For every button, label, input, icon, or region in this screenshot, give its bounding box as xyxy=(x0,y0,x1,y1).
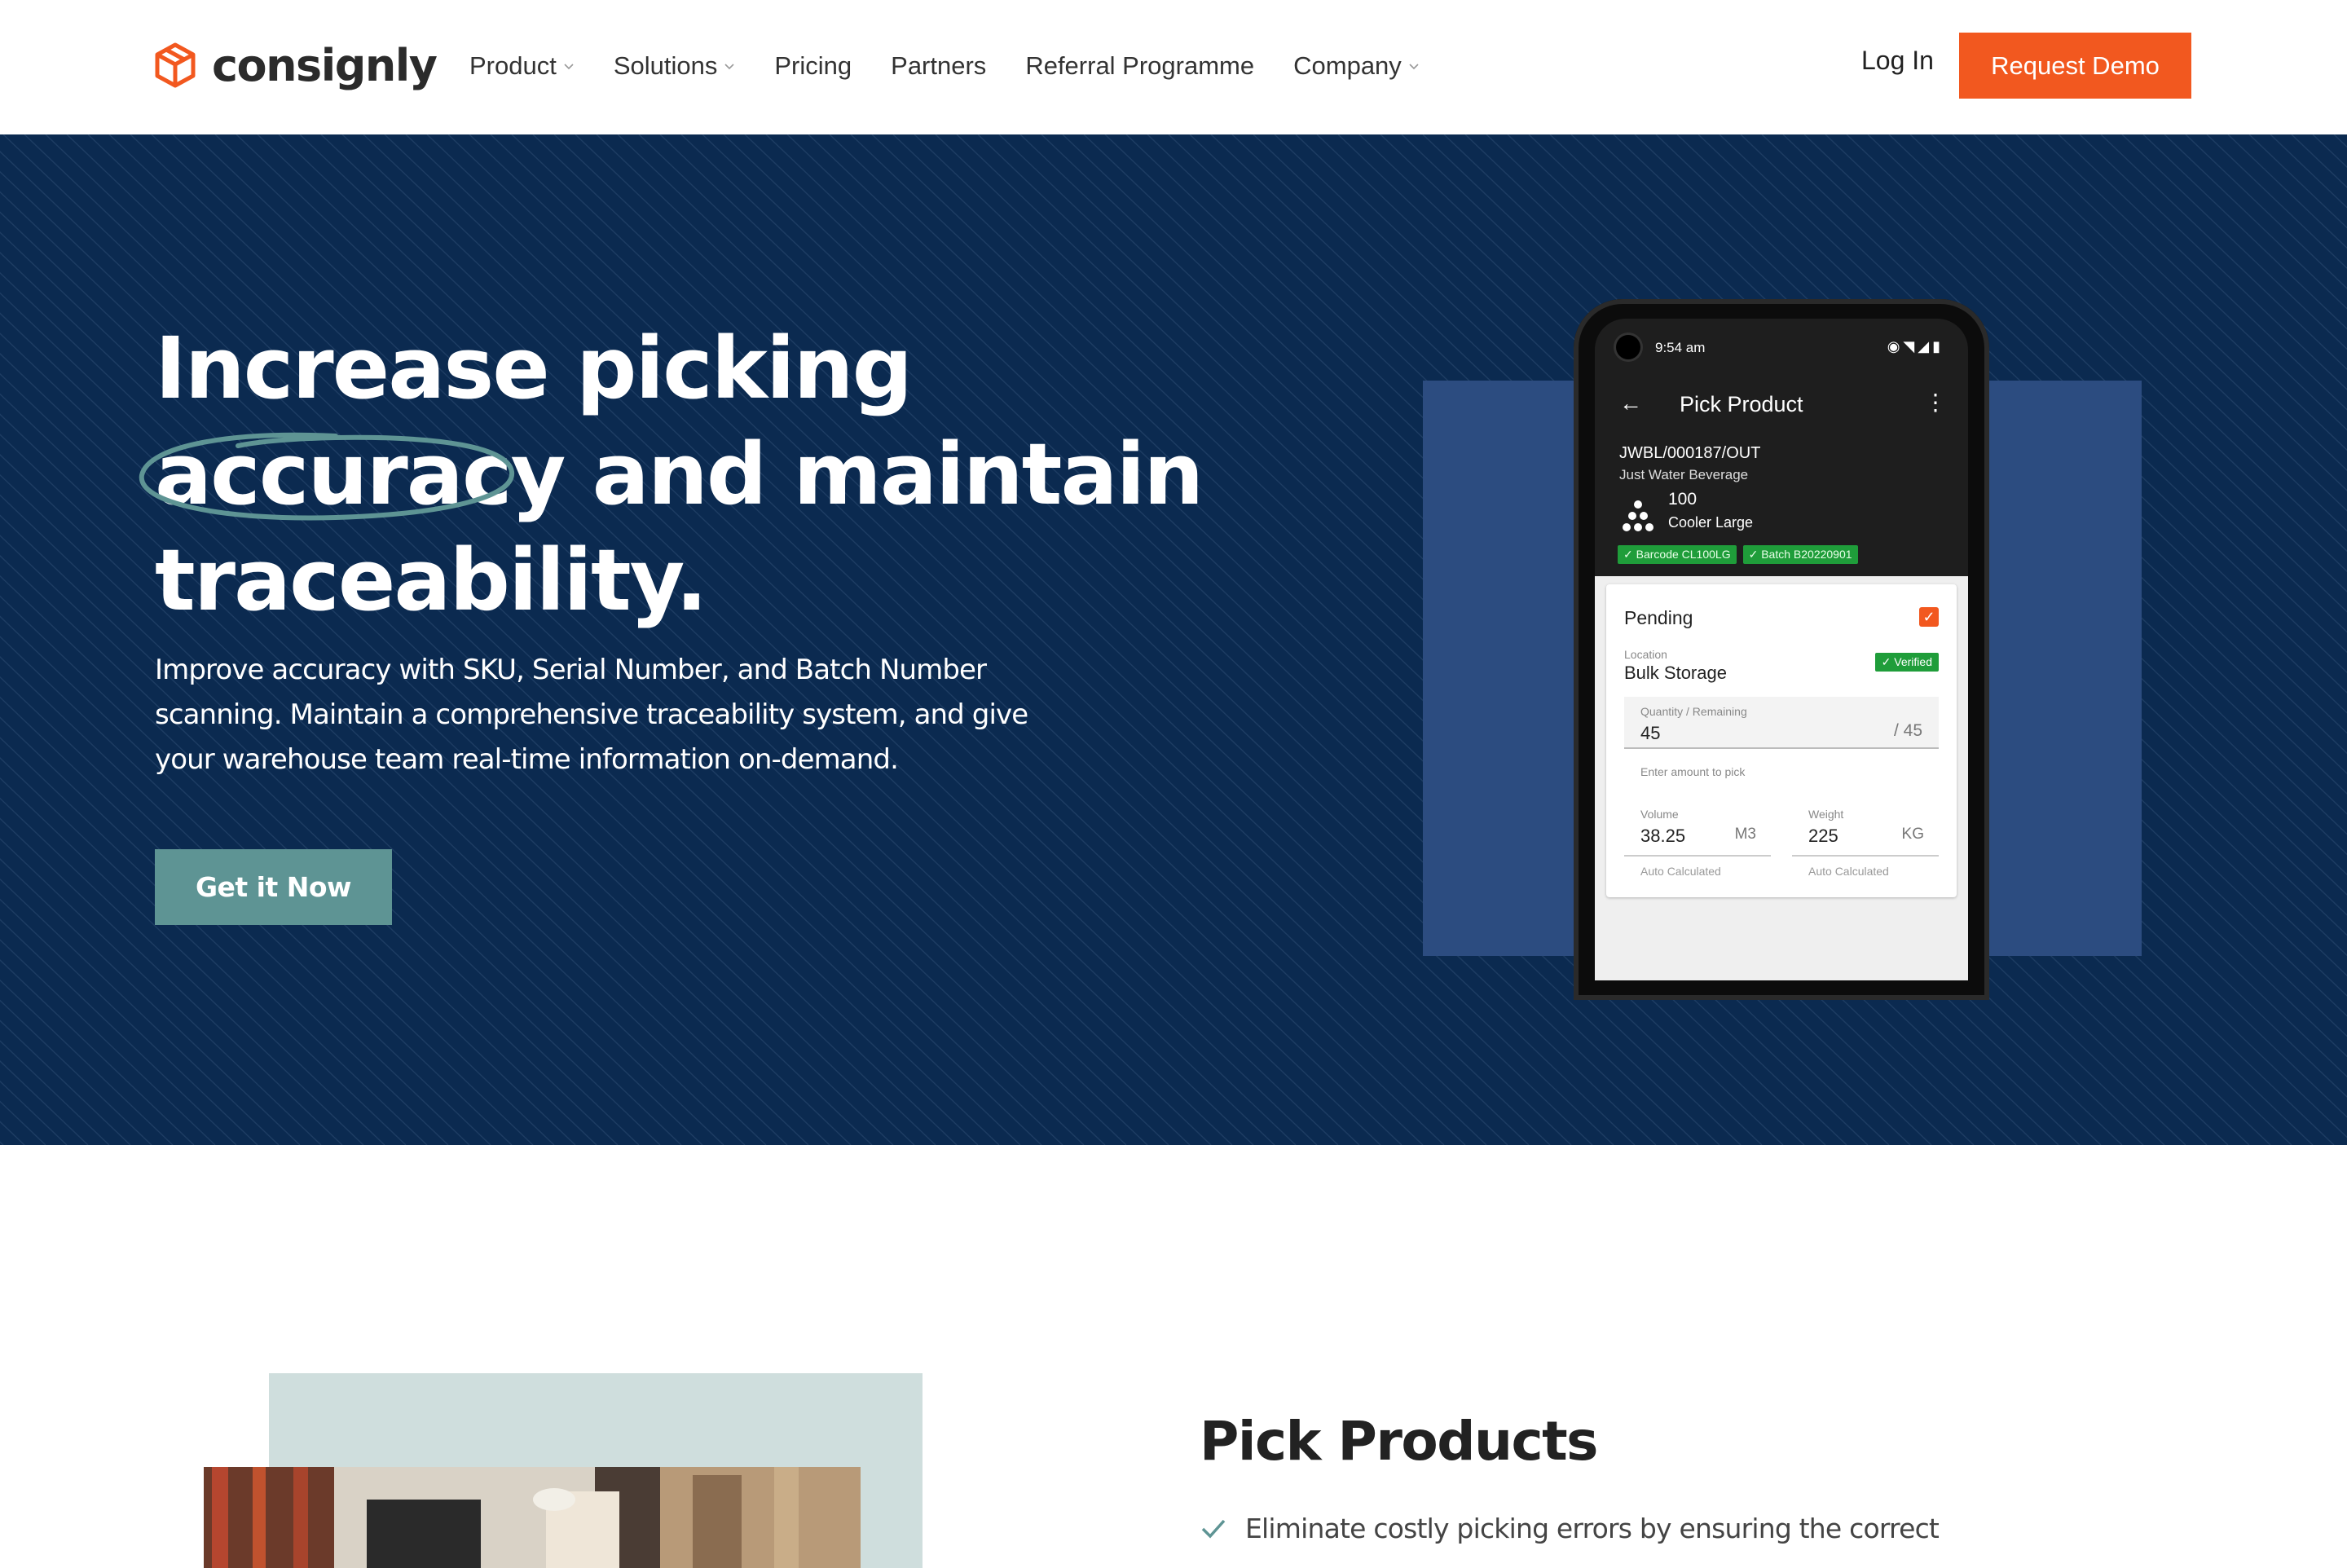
quantity-field[interactable]: Quantity / Remaining 45 / 45 xyxy=(1624,697,1939,749)
nav-item-company[interactable]: Company xyxy=(1293,51,1420,81)
tag-label: Barcode CL100LG xyxy=(1636,548,1731,561)
headline-line-3: traceability. xyxy=(155,531,707,630)
hero-headline: Increase picking accuracy and maintain t… xyxy=(139,315,1214,633)
customer-name: Just Water Beverage xyxy=(1619,467,1749,482)
wifi-icon: ◥ xyxy=(1903,338,1918,355)
status-icons: ◉◥◢▮ xyxy=(1887,338,1944,355)
cube-logo-icon xyxy=(155,42,196,88)
nav-item-partners[interactable]: Partners xyxy=(891,51,986,81)
verified-label: Verified xyxy=(1894,655,1932,668)
main-nav: Product Solutions Pricing Partners Refer… xyxy=(469,46,1459,86)
pick-status: Pending xyxy=(1624,607,1693,628)
phone-screen: 9:54 am ◉◥◢▮ ← Pick Product ⋮ JWBL/00018… xyxy=(1595,319,1968,980)
volume-value: 38.25 xyxy=(1640,826,1686,846)
nav-label: Pricing xyxy=(774,51,852,80)
screen-title: Pick Product xyxy=(1680,392,1803,416)
chevron-down-icon xyxy=(564,64,574,70)
pick-amount-hint: Enter amount to pick xyxy=(1640,765,1746,778)
battery-icon: ▮ xyxy=(1932,338,1944,355)
nav-item-referral-programme[interactable]: Referral Programme xyxy=(1025,51,1254,81)
quantity-remaining: / 45 xyxy=(1893,721,1922,740)
boxes-icon xyxy=(1623,500,1653,531)
consignly-logo[interactable]: consignly xyxy=(153,36,438,95)
nav-label: Partners xyxy=(891,51,987,80)
phone-mockup: 9:54 am ◉◥◢▮ ← Pick Product ⋮ JWBL/00018… xyxy=(1574,299,1989,1000)
site-header: consignly Product Solutions Pricing Part… xyxy=(0,0,2347,134)
back-arrow-icon[interactable]: ← xyxy=(1619,390,1642,416)
item-name: Cooler Large xyxy=(1668,514,1754,531)
weight-value: 225 xyxy=(1808,826,1838,846)
weight-auto-calculated: Auto Calculated xyxy=(1808,865,1889,878)
barcode-tag: ✓ Barcode CL100LG xyxy=(1618,545,1737,564)
eye-icon: ◉ xyxy=(1887,338,1904,355)
warehouse-photo xyxy=(204,1467,861,1568)
checkbox-checked-icon[interactable]: ✓ xyxy=(1919,607,1939,627)
status-time: 9:54 am xyxy=(1655,340,1706,355)
feature-bullet-text: Eliminate costly picking errors by ensur… xyxy=(1245,1513,1940,1544)
nav-label: Solutions xyxy=(613,51,718,80)
chevron-down-icon xyxy=(724,64,734,70)
tag-row: ✓ Barcode CL100LG ✓ Batch B20220901 xyxy=(1618,545,1865,564)
weight-label: Weight xyxy=(1808,808,1844,821)
headline-circled-word: accuracy xyxy=(139,421,566,527)
volume-auto-calculated: Auto Calculated xyxy=(1640,865,1721,878)
nav-item-product[interactable]: Product xyxy=(469,51,575,81)
get-it-now-button[interactable]: Get it Now xyxy=(155,849,392,925)
volume-label: Volume xyxy=(1640,808,1679,821)
camera-icon xyxy=(1616,335,1640,359)
headline-line-2: and maintain xyxy=(564,425,1204,524)
volume-field: Volume 38.25 M3 xyxy=(1624,804,1771,857)
login-link[interactable]: Log In xyxy=(1861,46,1934,76)
pick-card: Pending ✓ Location Bulk Storage ✓ Verifi… xyxy=(1606,584,1957,897)
chevron-down-icon xyxy=(1409,64,1419,70)
status-bar: 9:54 am ◉◥◢▮ xyxy=(1595,333,1968,363)
signal-icon: ◢ xyxy=(1918,338,1933,355)
nav-label: Product xyxy=(469,51,557,80)
location-label: Location xyxy=(1624,648,1667,661)
more-vert-icon[interactable]: ⋮ xyxy=(1924,389,1947,416)
weight-unit: KG xyxy=(1901,826,1924,843)
quantity-value: 45 xyxy=(1640,723,1661,743)
location-value: Bulk Storage xyxy=(1624,663,1727,683)
check-icon xyxy=(1201,1519,1226,1539)
nav-label: Referral Programme xyxy=(1025,51,1255,80)
feature-title: Pick Products xyxy=(1200,1410,1598,1473)
quantity-label: Quantity / Remaining xyxy=(1640,705,1747,718)
warehouse-photo-illustration xyxy=(204,1467,861,1568)
headline-line-1: Increase picking xyxy=(155,319,913,418)
nav-item-pricing[interactable]: Pricing xyxy=(774,51,852,81)
request-demo-button[interactable]: Request Demo xyxy=(1959,33,2191,99)
pick-sheet: Pending ✓ Location Bulk Storage ✓ Verifi… xyxy=(1595,576,1968,980)
order-number: JWBL/000187/OUT xyxy=(1619,444,1761,462)
feature-bullet: Eliminate costly picking errors by ensur… xyxy=(1200,1513,1940,1544)
app-bar: ← Pick Product ⋮ xyxy=(1595,379,1968,428)
hand-drawn-ellipse-icon xyxy=(139,432,515,521)
hero-description: Improve accuracy with SKU, Serial Number… xyxy=(155,654,1028,776)
nav-item-solutions[interactable]: Solutions xyxy=(614,51,736,81)
hero-section: Increase picking accuracy and maintain t… xyxy=(0,134,2347,1145)
brand-name: consignly xyxy=(212,39,438,91)
weight-field: Weight 225 KG xyxy=(1792,804,1939,857)
volume-unit: M3 xyxy=(1734,826,1756,843)
tag-label: Batch B20220901 xyxy=(1761,548,1852,561)
item-quantity: 100 xyxy=(1668,490,1698,509)
verified-badge: ✓ Verified xyxy=(1874,653,1939,672)
nav-label: Company xyxy=(1293,51,1402,80)
batch-tag: ✓ Batch B20220901 xyxy=(1742,545,1858,564)
